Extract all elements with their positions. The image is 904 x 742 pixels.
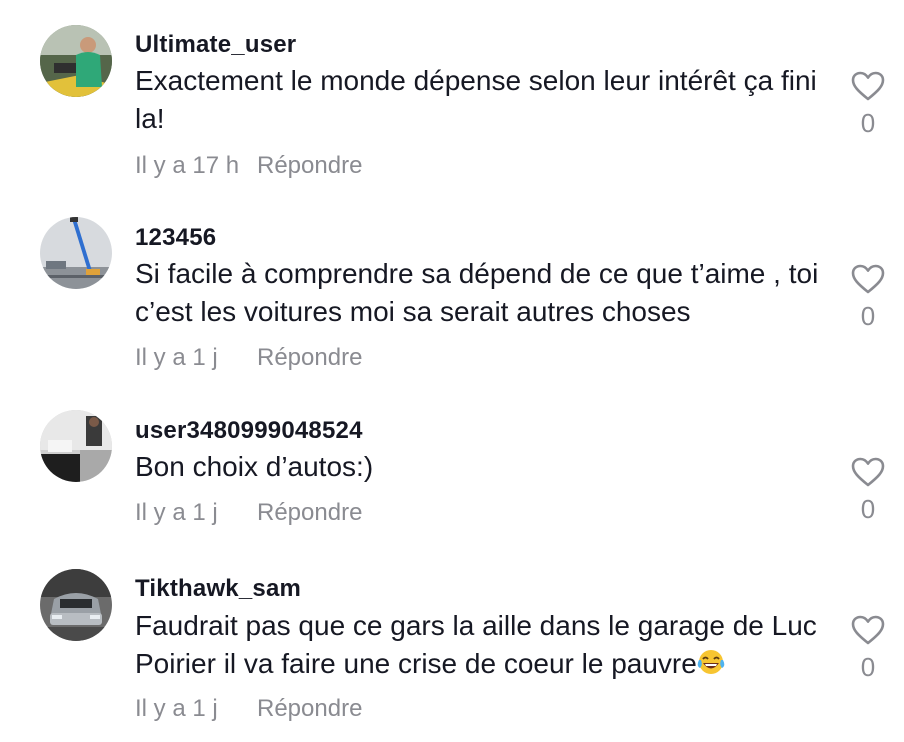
timestamp: Il y a 1 j: [135, 695, 218, 722]
comment-meta: Il y a 17 h Répondre: [135, 152, 362, 180]
avatar[interactable]: [40, 217, 112, 289]
like-count: 0: [860, 301, 876, 331]
like-count: 0: [860, 108, 876, 138]
username[interactable]: user3480999048524: [135, 417, 363, 445]
room-photo-avatar-icon: [40, 410, 112, 482]
like-count: 0: [860, 652, 876, 682]
like-control: 0: [846, 614, 890, 683]
like-control: 0: [846, 70, 890, 139]
comment-meta: Il y a 1 j Répondre: [135, 499, 362, 527]
heart-icon[interactable]: [850, 70, 886, 102]
comment-text: Exactement le monde dépense selon leur i…: [135, 65, 817, 134]
comment-meta: Il y a 1 j Répondre: [135, 695, 362, 723]
person-on-boat-avatar-icon: [40, 25, 112, 97]
reply-button[interactable]: Répondre: [257, 695, 362, 722]
username[interactable]: 123456: [135, 224, 216, 252]
avatar[interactable]: [40, 410, 112, 482]
heart-icon[interactable]: [850, 263, 886, 295]
username[interactable]: Tikthawk_sam: [135, 575, 301, 603]
avatar[interactable]: [40, 569, 112, 641]
reply-button[interactable]: Répondre: [257, 499, 362, 526]
heart-icon[interactable]: [850, 456, 886, 488]
reply-button[interactable]: Répondre: [257, 344, 362, 371]
heart-icon[interactable]: [850, 614, 886, 646]
comment-meta: Il y a 1 j Répondre: [135, 344, 362, 372]
reply-button[interactable]: Répondre: [257, 152, 362, 179]
comment-text: Si facile à comprendre sa dépend de ce q…: [135, 258, 819, 327]
like-control: 0: [846, 456, 890, 525]
username[interactable]: Ultimate_user: [135, 31, 296, 59]
like-control: 0: [846, 263, 890, 332]
comment-text: Faudrait pas que ce gars la aille dans l…: [135, 607, 820, 683]
laughing-tears-emoji-icon: [697, 650, 725, 674]
timestamp: Il y a 17 h: [135, 152, 240, 179]
comment-text: Bon choix d’autos:): [135, 451, 374, 482]
car-avatar-icon: [40, 569, 112, 641]
avatar[interactable]: [40, 25, 112, 97]
timestamp: Il y a 1 j: [135, 344, 218, 371]
timestamp: Il y a 1 j: [135, 499, 218, 526]
like-count: 0: [860, 494, 876, 524]
crane-avatar-icon: [40, 217, 112, 289]
